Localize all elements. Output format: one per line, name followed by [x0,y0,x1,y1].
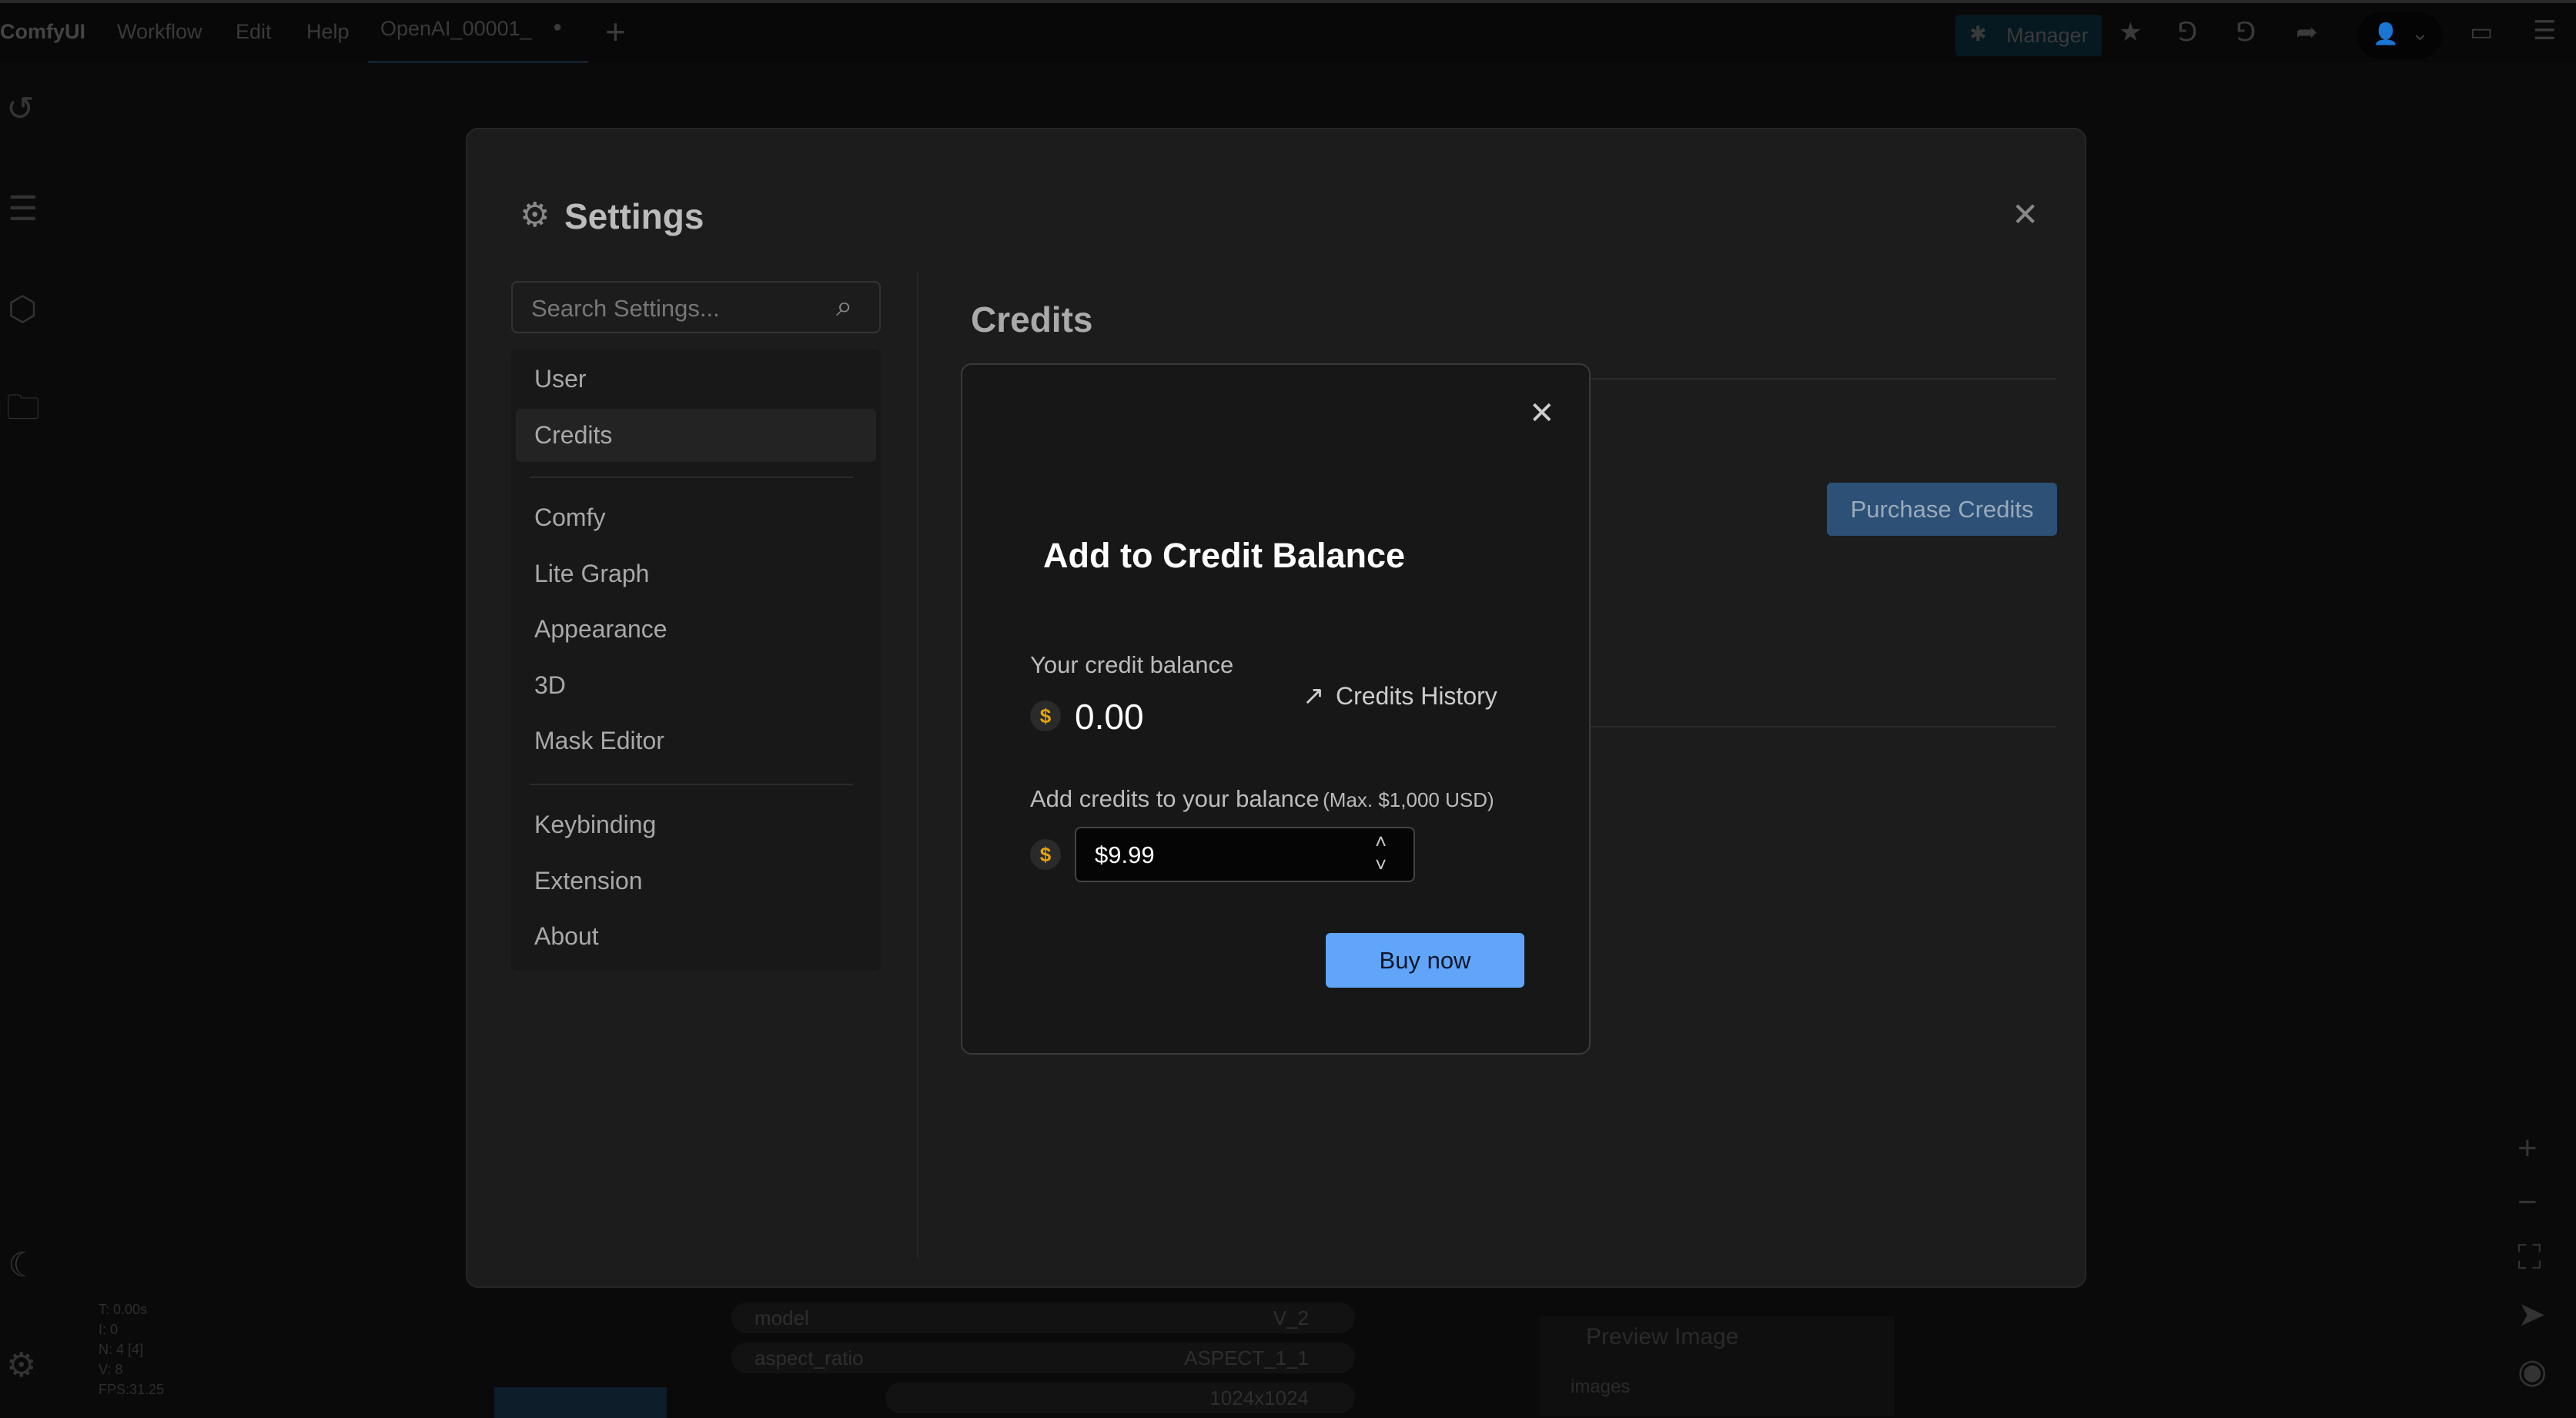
manager-button[interactable]: ✱ Manager [1955,15,2102,56]
nav-appearance[interactable]: Appearance [534,615,667,644]
nav-keybinding[interactable]: Keybinding [534,811,656,839]
search-settings-input[interactable]: Search Settings... ⌕ [511,281,881,333]
amount-value: $9.99 [1095,841,1155,869]
manager-label: Manager [2006,24,2089,48]
nav-about[interactable]: About [534,922,599,951]
nav-extension[interactable]: Extension [534,867,643,895]
menu-edit[interactable]: Edit [236,20,272,44]
chevron-down-icon: ⌄ [2411,22,2429,45]
nav-credits[interactable]: Credits [516,409,876,462]
buy-now-button[interactable]: Buy now [1326,933,1524,988]
increment-icon[interactable]: ˄ [1375,830,1387,854]
nav-user[interactable]: User [534,365,587,393]
logo: ComfyUI [0,20,85,44]
external-arrow-icon: ↗ [1303,681,1325,711]
decrement-icon[interactable]: ˅ [1375,853,1387,877]
gear-icon[interactable]: ⚙ [6,1349,36,1383]
panel-toggle-icon[interactable]: ▭ [2470,17,2493,46]
balance-label: Your credit balance [1030,651,1233,679]
size-widget[interactable]: 1024x1024 [885,1383,1355,1413]
vertical-divider [917,273,918,1258]
settings-close-button[interactable]: ✕ [2012,196,2039,233]
dialog-close-button[interactable]: ✕ [1529,396,1555,431]
settings-gear-icon: ⚙ [520,196,550,235]
zoom-in-icon[interactable]: + [2517,1132,2538,1166]
star-icon[interactable]: ★ [2119,17,2142,48]
settings-nav: User Credits Comfy Lite Graph Appearance… [511,349,881,971]
unsaved-dot-icon: ● [553,18,562,36]
search-icon: ⌕ [836,290,852,323]
model-widget[interactable]: modelV_2 [731,1303,1355,1333]
vacuum-models-icon[interactable]: ⅁ [2236,17,2256,48]
nav-mask-editor[interactable]: Mask Editor [534,727,664,755]
nav-comfy[interactable]: Comfy [534,503,605,532]
tab-workflow[interactable]: OpenAI_00001_ ● [368,3,588,63]
history-icon[interactable]: ↺ [6,92,35,126]
eye-icon[interactable]: ◉ [2517,1355,2547,1389]
queue-list-icon[interactable]: ☰ [8,192,38,226]
moon-icon[interactable]: ☾ [8,1249,38,1283]
coin-icon: $ [1030,839,1061,870]
divider [530,784,853,785]
add-credits-label: Add credits to your balance (Max. $1,000… [1030,785,1494,813]
coin-icon: $ [1030,701,1061,731]
menu-icon[interactable]: ☰ [2533,15,2556,46]
nav-3d[interactable]: 3D [534,671,566,700]
vacuum-icon[interactable]: ⅁ [2177,17,2197,48]
stats-panel: T: 0.00sI: 0N: 4 [4]V: 8FPS:31.25 [99,1299,164,1400]
new-tab-button[interactable]: + [605,11,626,52]
add-credit-dialog: ✕ Add to Credit Balance Your credit bala… [961,363,1591,1055]
fit-view-icon[interactable]: ⛶ [2517,1241,2541,1275]
folder-icon[interactable]: 🗀 [6,391,40,425]
run-button[interactable] [494,1387,667,1418]
menu-workflow[interactable]: Workflow [117,20,202,44]
credits-history-link[interactable]: ↗ Credits History [1303,681,1497,711]
search-placeholder: Search Settings... [531,295,720,323]
nav-lite-graph[interactable]: Lite Graph [534,560,649,588]
share-icon[interactable]: ➦ [2296,17,2318,48]
divider [530,477,853,478]
user-icon: 👤 [2373,22,2399,46]
preview-image-node[interactable]: Preview Image images [1540,1316,1894,1416]
credits-panel-title: Credits [971,299,1092,340]
purchase-credits-button[interactable]: Purchase Credits [1827,483,2057,536]
puzzle-icon: ✱ [1969,22,1987,46]
aspect-ratio-widget[interactable]: aspect_ratioASPECT_1_1 [731,1343,1355,1373]
settings-title: Settings [564,196,704,237]
tab-label: OpenAI_00001_ [380,17,532,41]
select-mode-icon[interactable]: ➤ [2517,1298,2546,1332]
cube-icon[interactable]: ⬡ [8,293,37,326]
dialog-title: Add to Credit Balance [1043,536,1405,576]
user-menu[interactable]: 👤 ⌄ [2357,12,2442,59]
zoom-out-icon[interactable]: − [2517,1186,2538,1219]
top-bar: ComfyUI Workflow Edit Help OpenAI_00001_… [0,0,2576,62]
menu-help[interactable]: Help [306,20,350,44]
credit-amount-input[interactable]: $9.99 ˄ ˅ [1075,827,1415,882]
balance-value: 0.00 [1075,696,1144,737]
